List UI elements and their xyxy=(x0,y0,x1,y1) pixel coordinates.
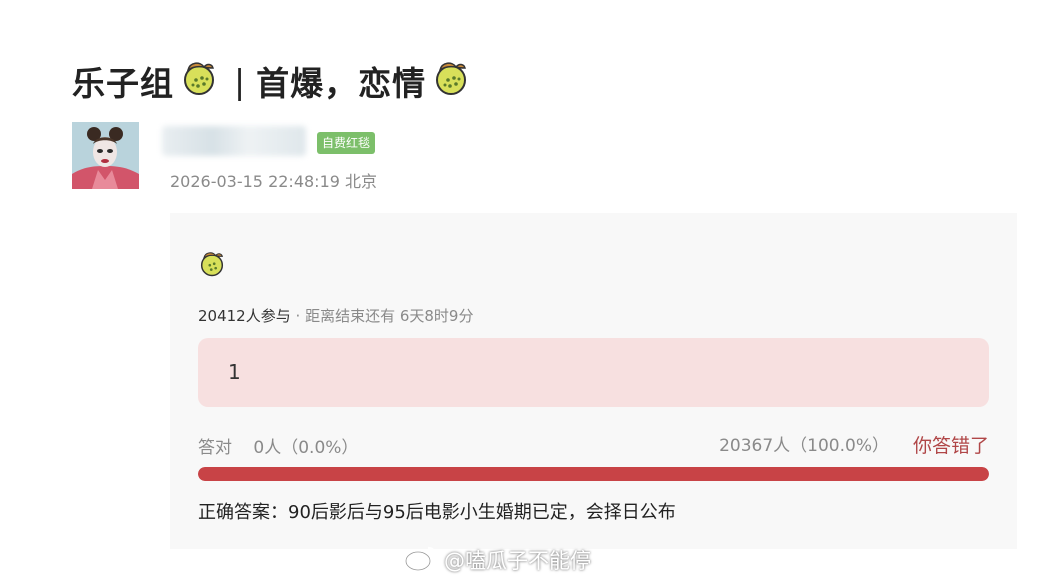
participant-count: 20412人参与 xyxy=(198,307,291,325)
avatar[interactable] xyxy=(72,122,139,189)
title-part-1: 乐子组 xyxy=(72,64,174,103)
correct-label: 答对 xyxy=(198,438,232,458)
title-part-2: 首爆，恋情 xyxy=(256,64,427,103)
correct-stats: 答对 0人（0.0%） xyxy=(198,433,358,458)
result-status: 你答错了 xyxy=(912,435,989,457)
post-meta: 2026-03-15 22:48:19 北京 xyxy=(170,168,377,192)
result-progress-bar xyxy=(198,467,989,481)
wrong-count: 20367人（100.0%） xyxy=(719,436,889,456)
time-remaining: 距离结束还有 6天8时9分 xyxy=(305,307,474,325)
watermark-text: @嗑瓜子不能停 xyxy=(444,549,591,573)
quiz-stats: 20412人参与 · 距离结束还有 6天8时9分 xyxy=(198,305,473,326)
title-separator: | xyxy=(234,61,247,101)
stats-separator: · xyxy=(295,307,301,325)
badge: 自费红毯 xyxy=(317,132,376,154)
post-timestamp: 2026-03-15 22:48:19 xyxy=(170,172,340,191)
weibo-logo-icon xyxy=(404,544,438,577)
quiz-option[interactable]: 1 xyxy=(198,338,989,407)
quiz-card: 20412人参与 · 距离结束还有 6天8时9分 1 答对 0人（0.0%） 2… xyxy=(170,213,1017,549)
username-blurred[interactable] xyxy=(162,126,306,156)
correct-answer: 正确答案：90后影后与95后电影小生婚期已定，会择日公布 xyxy=(198,502,676,523)
progress-fill xyxy=(198,467,989,481)
melon-emoji-icon xyxy=(180,58,218,104)
correct-count: 0人（0.0%） xyxy=(253,438,359,458)
post-title: 乐子组 | 首爆，恋情 xyxy=(72,58,476,104)
melon-emoji-icon xyxy=(432,58,470,104)
option-label: 1 xyxy=(228,360,241,384)
watermark: @嗑瓜子不能停 xyxy=(404,544,591,576)
post-location: 北京 xyxy=(345,172,378,191)
melon-emoji-icon xyxy=(198,249,226,281)
